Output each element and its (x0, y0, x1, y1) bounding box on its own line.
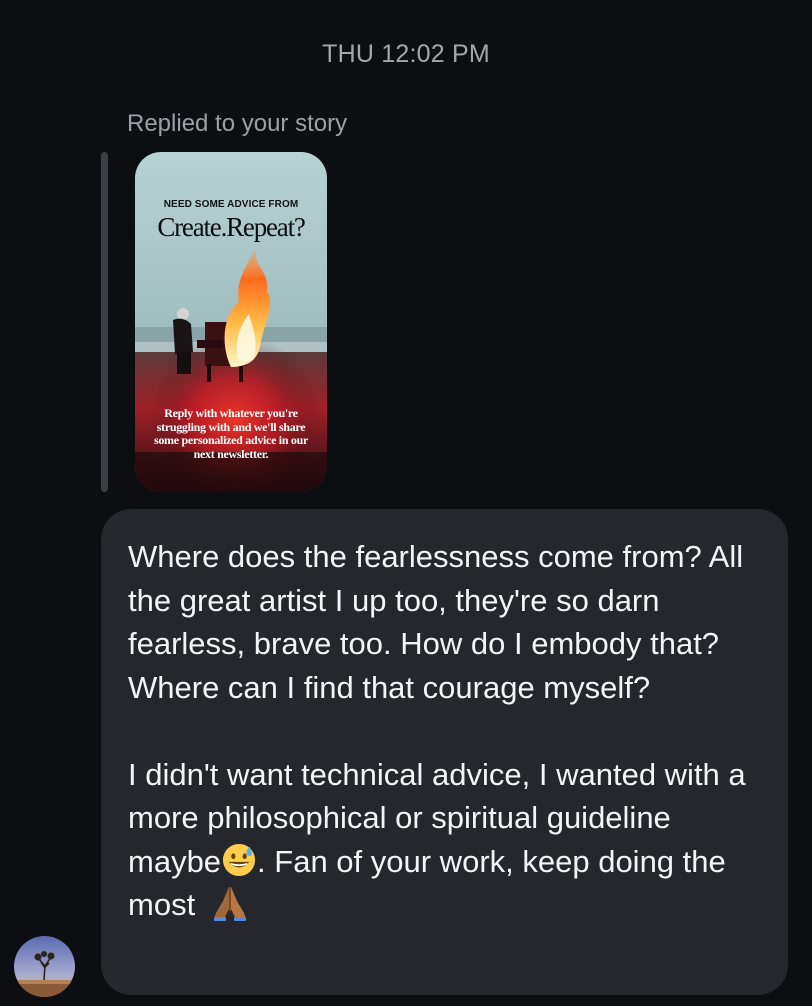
story-caption-text: Reply with whatever you're struggling wi… (153, 406, 309, 461)
story-kicker-text: NEED SOME ADVICE FROM (163, 199, 299, 210)
folded-hands-icon (213, 887, 246, 921)
story-brand-title: Create.Repeat? (157, 212, 306, 242)
story-overlay: NEED SOME ADVICE FROM Create.Repeat? Rep… (135, 152, 327, 492)
message-paragraph-2: I didn't want technical advice, I wanted… (128, 753, 764, 927)
message-timestamp: THU 12:02 PM (322, 40, 490, 68)
story-thumbnail[interactable]: NEED SOME ADVICE FROM Create.Repeat? Rep… (135, 152, 327, 492)
message-bubble[interactable]: Where does the fearlessness come from? A… (101, 509, 788, 995)
sender-avatar[interactable] (14, 936, 75, 997)
chat-screen: THU 12:02 PM Replied to your story NEED … (0, 0, 812, 1006)
avatar-image (14, 936, 75, 997)
reply-indicator-bar (101, 152, 108, 492)
story-reply-label: Replied to your story (127, 110, 348, 137)
grinning-face-with-sweat-icon (222, 843, 256, 876)
message-paragraph-1: Where does the fearlessness come from? A… (128, 539, 744, 705)
